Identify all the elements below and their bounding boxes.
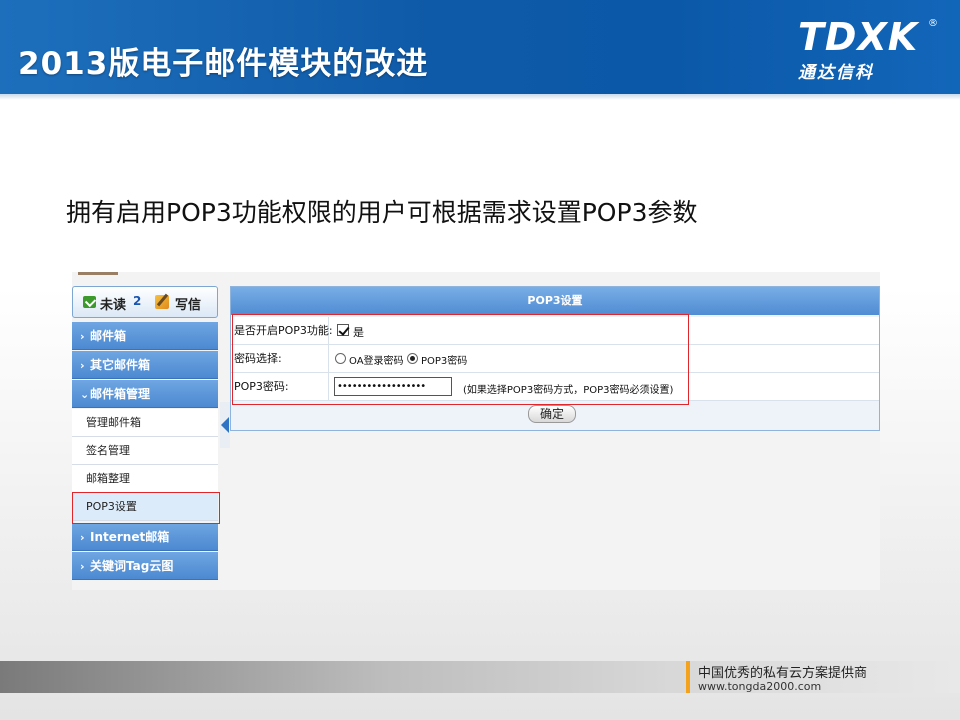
- footer-accent: [686, 661, 690, 693]
- compose-link[interactable]: 写信: [175, 294, 201, 313]
- unread-icon[interactable]: [83, 296, 96, 308]
- slide-heading: 拥有启用POP3功能权限的用户可根据需求设置POP3参数: [66, 198, 698, 227]
- sidebar-item-other-mailbox[interactable]: › 其它邮件箱: [72, 351, 218, 379]
- logo-registered: ®: [928, 18, 938, 29]
- confirm-button[interactable]: 确定: [528, 405, 576, 423]
- sidebar-item-tag-cloud[interactable]: › 关键词Tag云图: [72, 552, 218, 580]
- sidebar-subitem-manage-mailbox[interactable]: 管理邮件箱: [72, 409, 218, 437]
- highlight-frame-sidebar: [72, 492, 220, 524]
- company-logo: TDXK ® 通达信科: [798, 14, 938, 83]
- chevron-right-icon: ›: [80, 330, 85, 343]
- sidebar-subitem-mailbox-cleanup[interactable]: 邮箱整理: [72, 465, 218, 493]
- panel-title: POP3设置: [231, 287, 879, 315]
- footer-slogan: 中国优秀的私有云方案提供商: [698, 666, 868, 681]
- slide-header: 2013版电子邮件模块的改进 TDXK ® 通达信科: [0, 0, 960, 94]
- sidebar-item-mailbox[interactable]: › 邮件箱: [72, 322, 218, 350]
- header-shadow: [0, 94, 960, 100]
- slide-title: 2013版电子邮件模块的改进: [18, 46, 429, 82]
- sidebar-item-label: 邮件箱: [90, 329, 127, 343]
- mail-settings-screenshot: 未读 2 写信 › 邮件箱 › 其它邮件箱 ⌄邮件箱管理 管理邮件箱 签名管理 邮箱…: [72, 272, 880, 590]
- chevron-down-icon: ⌄: [80, 388, 90, 401]
- chevron-right-icon: ›: [80, 560, 85, 573]
- logo-subtitle: 通达信科: [798, 63, 874, 83]
- sidebar-item-mailbox-management[interactable]: ⌄邮件箱管理: [72, 380, 218, 408]
- compose-icon[interactable]: [155, 295, 169, 309]
- sidebar-item-internet-mailbox[interactable]: › Internet邮箱: [72, 523, 218, 551]
- unread-link[interactable]: 未读: [100, 294, 126, 313]
- sidebar-subitem-signature[interactable]: 签名管理: [72, 437, 218, 465]
- footer-url[interactable]: www.tongda2000.com: [698, 680, 821, 693]
- logo-mark: TDXK: [798, 15, 919, 59]
- top-divider: [78, 272, 118, 275]
- highlight-frame-form: [232, 314, 689, 405]
- unread-count: 2: [133, 294, 142, 308]
- sidebar-item-label: Internet邮箱: [90, 530, 170, 544]
- sidebar-item-label: 关键词Tag云图: [90, 559, 174, 573]
- chevron-right-icon: ›: [80, 531, 85, 544]
- sidebar-item-label: 邮件箱管理: [90, 387, 151, 401]
- quick-actions-bar: 未读 2 写信: [72, 286, 218, 318]
- sidebar-item-label: 其它邮件箱: [90, 358, 151, 372]
- chevron-right-icon: ›: [80, 359, 85, 372]
- sidebar-collapse-handle[interactable]: [220, 402, 230, 448]
